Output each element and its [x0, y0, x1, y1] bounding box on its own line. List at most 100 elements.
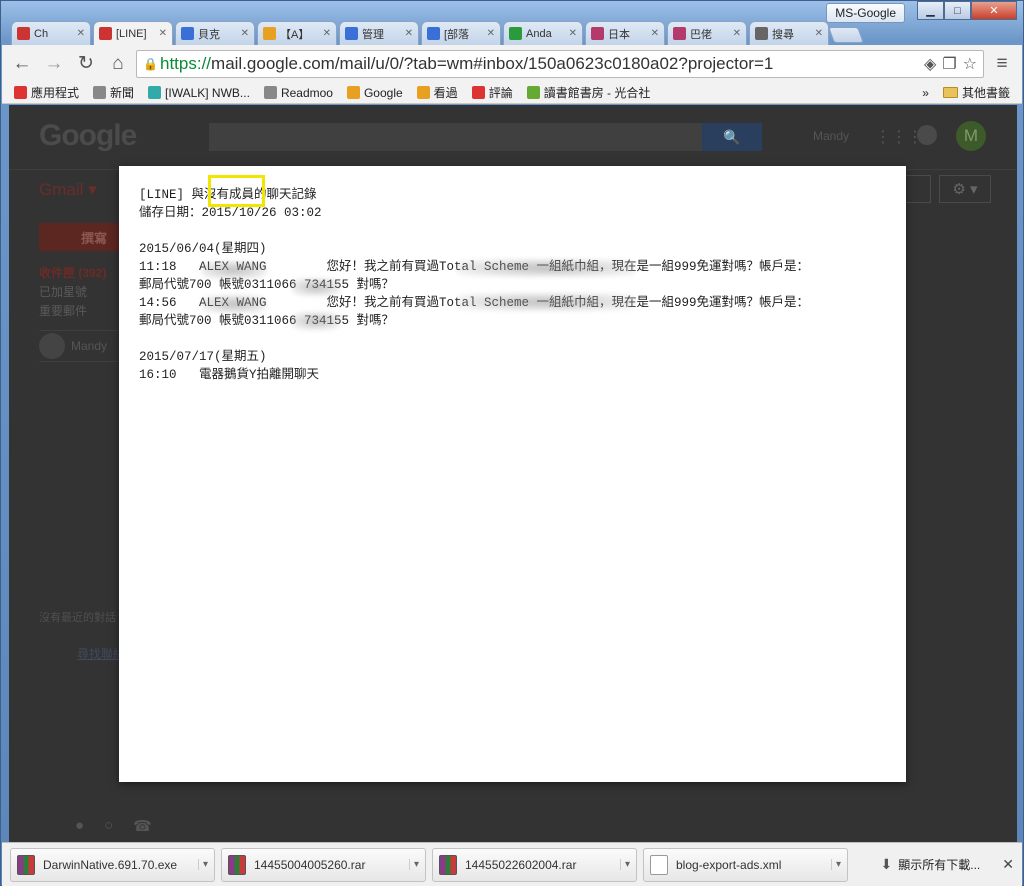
- tab-label: 巴佬: [690, 28, 712, 41]
- tab-close-icon[interactable]: ✕: [733, 28, 741, 39]
- view-toggle[interactable]: [905, 175, 931, 203]
- notifications-icon[interactable]: [917, 125, 937, 145]
- tab-close-icon[interactable]: ✕: [323, 28, 331, 39]
- tab-8[interactable]: 巴佬 ✕: [667, 21, 747, 45]
- apps-grid-icon[interactable]: ⋮⋮⋮: [875, 127, 923, 147]
- favicon-icon: [181, 27, 194, 40]
- download-item[interactable]: 14455004005260.rar ▾: [221, 847, 426, 882]
- chat-bubble-icon[interactable]: ○: [104, 817, 113, 835]
- bookmarks-overflow-button[interactable]: »: [922, 86, 929, 100]
- download-filename: 14455004005260.rar: [254, 857, 366, 872]
- maximize-button[interactable]: □: [944, 1, 971, 20]
- settings-gear-icon[interactable]: ⚙ ▾: [939, 175, 991, 203]
- close-shelf-icon[interactable]: ✕: [1002, 856, 1014, 873]
- other-bookmarks[interactable]: 其他書籤: [942, 84, 1010, 101]
- archive-file-icon: [228, 854, 246, 875]
- favicon-icon: [263, 27, 276, 40]
- search-icon: 🔍: [723, 128, 741, 145]
- bookmark-item[interactable]: 讀書館書房 - 光合社: [526, 84, 650, 101]
- bookmark-item[interactable]: Readmoo: [263, 86, 333, 100]
- tab-7[interactable]: 日本 ✕: [585, 21, 665, 45]
- tab-label: Ch: [34, 27, 49, 40]
- tab-close-icon[interactable]: ✕: [405, 28, 413, 39]
- sidebar-item-inbox[interactable]: 收件匣 (392): [39, 264, 106, 281]
- redaction-blur: [201, 261, 267, 279]
- tab-2[interactable]: 貝克 ✕: [175, 21, 255, 45]
- chrome-menu-button[interactable]: ≡: [988, 50, 1016, 78]
- forward-button[interactable]: →: [40, 50, 68, 78]
- bookmark-item[interactable]: [IWALK] NWB...: [148, 86, 250, 100]
- search-input[interactable]: [209, 123, 704, 151]
- download-item[interactable]: 14455022602004.rar ▾: [432, 847, 637, 882]
- bookmark-label: [IWALK] NWB...: [165, 85, 250, 100]
- download-filename: blog-export-ads.xml: [676, 857, 782, 872]
- tab-close-icon[interactable]: ✕: [487, 28, 495, 39]
- search-button[interactable]: 🔍: [702, 123, 762, 151]
- tab-strip: Ch ✕ [LINE] ✕ 貝克 ✕ 【A】 ✕ 管理 ✕ [部落 ✕ Anda ✕ 日本 ✕ 巴佬 ✕ 搜尋 ✕: [11, 21, 864, 45]
- bookmark-icon: [14, 86, 27, 99]
- browser-window: MS-Google ▁ □ ✕ Ch ✕ [LINE] ✕ 貝克 ✕ 【A】 ✕ 管理 ✕ [部落 ✕…: [0, 0, 1024, 886]
- tab-9[interactable]: 搜尋 ✕: [749, 21, 829, 45]
- person-icon[interactable]: ●: [75, 817, 84, 835]
- address-bar[interactable]: 🔒 https://mail.google.com/mail/u/0/?tab=…: [136, 49, 984, 78]
- redaction-blur: [291, 312, 341, 330]
- bookmark-label: 看過: [433, 86, 458, 100]
- reload-button[interactable]: ↻: [72, 50, 100, 78]
- tab-4[interactable]: 管理 ✕: [339, 21, 419, 45]
- user-name[interactable]: Mandy: [813, 129, 849, 143]
- bookmark-icon: [526, 86, 540, 99]
- bookmark-item[interactable]: 評論: [471, 84, 513, 101]
- home-button[interactable]: ⌂: [104, 50, 132, 78]
- tab-label: 日本: [608, 28, 630, 41]
- extension-icon[interactable]: ◈: [924, 54, 936, 74]
- minimize-button[interactable]: ▁: [917, 1, 944, 20]
- toolbar: ← → ↻ ⌂ 🔒 https://mail.google.com/mail/u…: [2, 45, 1022, 82]
- download-menu-icon[interactable]: ▾: [619, 859, 630, 870]
- bookmark-item[interactable]: 看過: [416, 84, 458, 101]
- back-button[interactable]: ←: [8, 50, 36, 78]
- bookmark-icon: [93, 86, 107, 99]
- bookmark-label: 新聞: [110, 86, 135, 100]
- tab-1[interactable]: [LINE] ✕: [93, 21, 173, 45]
- bookmark-item[interactable]: 應用程式: [14, 84, 79, 101]
- avatar[interactable]: M: [956, 121, 986, 151]
- bookmarks-bar: 應用程式 新聞 [IWALK] NWB... Readmoo Google 看過 評論 讀書館…: [2, 82, 1022, 104]
- tab-close-icon[interactable]: ✕: [241, 28, 249, 39]
- bookmark-label: 評論: [488, 86, 513, 100]
- bookmark-star-icon[interactable]: ☆: [963, 54, 977, 74]
- tab-6[interactable]: Anda ✕: [503, 21, 583, 45]
- tab-close-icon[interactable]: ✕: [815, 28, 823, 39]
- close-button[interactable]: ✕: [971, 1, 1017, 20]
- chat-log-line: 16:10 電器鵝貨Y拍離開聊天: [139, 368, 320, 382]
- translate-icon[interactable]: ❐: [942, 54, 956, 74]
- tab-close-icon[interactable]: ✕: [159, 28, 167, 39]
- bookmark-item[interactable]: 新聞: [93, 84, 134, 101]
- tab-3[interactable]: 【A】 ✕: [257, 21, 337, 45]
- other-bookmarks-label: 其他書籤: [961, 86, 1010, 100]
- phone-icon[interactable]: ☎: [133, 817, 152, 835]
- new-tab-button[interactable]: [828, 27, 864, 43]
- url-text: mail.google.com/mail/u/0/?tab=wm#inbox/1…: [211, 53, 774, 73]
- download-menu-icon[interactable]: ▾: [830, 859, 841, 870]
- tab-close-icon[interactable]: ✕: [77, 28, 85, 39]
- gmail-menu[interactable]: Gmail ▾: [39, 180, 97, 200]
- download-item[interactable]: blog-export-ads.xml ▾: [643, 847, 848, 882]
- bookmark-item[interactable]: Google: [346, 86, 403, 100]
- download-menu-icon[interactable]: ▾: [197, 859, 208, 870]
- favicon-icon: [591, 27, 604, 40]
- bookmark-label: 應用程式: [31, 86, 80, 100]
- tab-0[interactable]: Ch ✕: [11, 21, 91, 45]
- sidebar-item-important[interactable]: 重要郵件: [39, 302, 87, 319]
- sidebar-item-starred[interactable]: 已加星號: [39, 283, 87, 300]
- tab-label: [部落: [444, 28, 470, 41]
- download-item[interactable]: DarwinNative.691.70.exe ▾: [10, 847, 215, 882]
- profile-button[interactable]: MS-Google: [826, 3, 905, 23]
- favicon-icon: [755, 27, 768, 40]
- tab-close-icon[interactable]: ✕: [569, 28, 577, 39]
- bookmark-icon: [471, 86, 485, 99]
- show-all-downloads[interactable]: ⬇ 顯示所有下載...: [881, 856, 981, 873]
- bookmarks-right: » 其他書籤: [922, 84, 1010, 101]
- download-menu-icon[interactable]: ▾: [408, 859, 419, 870]
- tab-5[interactable]: [部落 ✕: [421, 21, 501, 45]
- tab-close-icon[interactable]: ✕: [651, 28, 659, 39]
